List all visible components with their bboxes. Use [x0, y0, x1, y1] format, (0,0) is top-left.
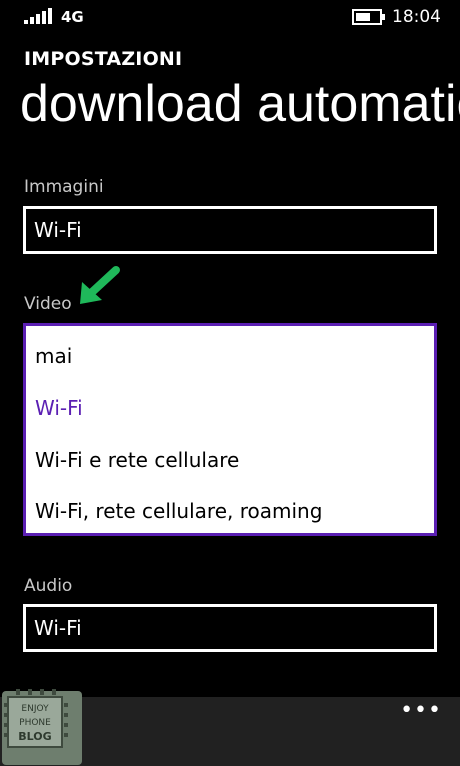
images-picker-value: Wi-Fi: [34, 218, 82, 242]
images-picker[interactable]: Wi-Fi: [23, 206, 437, 254]
clock: 18:04: [392, 7, 441, 27]
logo-text-2: PHONE: [19, 718, 51, 728]
video-option-mai[interactable]: mai: [35, 343, 72, 369]
video-label: Video: [24, 294, 72, 314]
signal-bars-icon: [24, 8, 52, 24]
battery-icon: [352, 9, 385, 25]
network-type: 4G: [61, 8, 84, 26]
logo-text-3: BLOG: [18, 730, 51, 743]
enjoy-phone-blog-logo: ENJOY PHONE BLOG: [2, 689, 82, 765]
audio-picker[interactable]: Wi-Fi: [23, 604, 437, 652]
page-title: download automatici: [20, 75, 460, 133]
video-option-wifi-cellular[interactable]: Wi-Fi e rete cellulare: [35, 447, 239, 473]
video-option-wifi[interactable]: Wi-Fi: [35, 395, 83, 421]
app-title: IMPOSTAZIONI: [24, 48, 183, 70]
more-options-icon[interactable]: •••: [400, 700, 442, 722]
video-option-wifi-cellular-roaming[interactable]: Wi-Fi, rete cellulare, roaming: [35, 498, 322, 524]
audio-picker-value: Wi-Fi: [34, 616, 82, 640]
logo-text-1: ENJOY: [21, 704, 49, 714]
audio-label: Audio: [24, 576, 73, 596]
video-picker-dropdown[interactable]: mai Wi-Fi Wi-Fi e rete cellulare Wi-Fi, …: [23, 323, 437, 536]
status-bar: 4G 18:04: [0, 0, 460, 34]
images-label: Immagini: [24, 177, 104, 197]
green-arrow-icon: [80, 266, 120, 304]
